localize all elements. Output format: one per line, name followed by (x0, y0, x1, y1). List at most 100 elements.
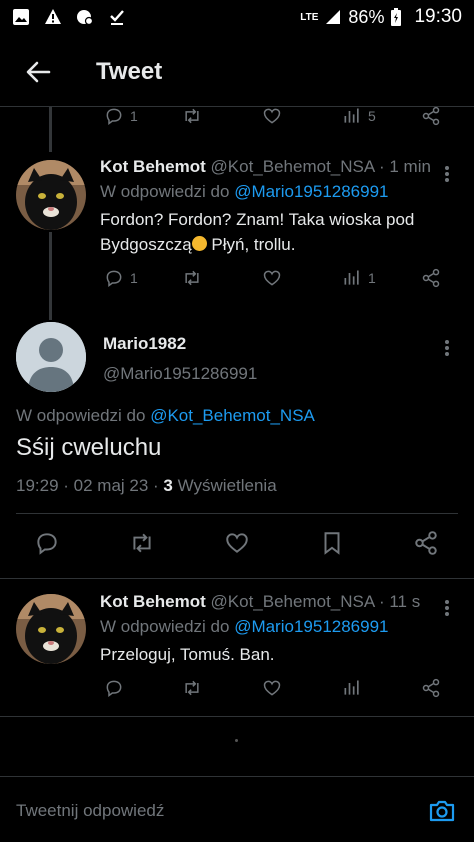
share-button[interactable] (413, 530, 439, 556)
status-bar: LTE 86% 19:30 (0, 0, 474, 34)
share-icon (422, 678, 440, 698)
author-handle[interactable]: @Mario1951286991 (103, 364, 257, 384)
author-name[interactable]: Mario1982 (103, 334, 186, 354)
reply-prefix: W odpowiedzi do (100, 182, 235, 201)
reply-icon (106, 680, 122, 697)
black-cat-avatar-image (16, 160, 86, 230)
heart-icon (263, 680, 281, 696)
avatar-mario1982[interactable] (16, 322, 86, 392)
bar-chart-icon (344, 680, 359, 695)
tweet-text: Sśij cweluchu (16, 434, 162, 461)
reply-prefix: W odpowiedzi do (100, 617, 235, 636)
retweet-button[interactable] (129, 530, 155, 556)
share-button[interactable] (421, 106, 441, 126)
tweet-timestamp: 19:29 · 02 maj 23 · (16, 476, 164, 495)
reply-count: 1 (130, 108, 138, 124)
tweet-actions (0, 678, 474, 708)
arrow-left-icon (26, 61, 51, 83)
tweet-text: Fordon? Fordon? Znam! Taka wioska pod By… (100, 207, 440, 257)
views-button[interactable] (342, 678, 362, 698)
reply-button[interactable] (34, 530, 60, 556)
reply-to-line: W odpowiedzi do @Mario1951286991 (100, 617, 389, 637)
reply-target-link[interactable]: @Mario1951286991 (234, 617, 388, 636)
author-handle[interactable]: @Kot_Behemot_NSA · 11 s (211, 592, 421, 611)
share-button[interactable] (421, 268, 441, 288)
reply-button[interactable]: 1 (104, 268, 138, 288)
meta-divider (16, 513, 458, 514)
camera-icon[interactable] (428, 797, 456, 825)
top-app-bar: Tweet (0, 40, 474, 104)
more-options-icon[interactable] (442, 164, 452, 184)
retweet-icon (185, 108, 199, 124)
views-button[interactable]: 5 (342, 106, 376, 126)
share-icon (422, 268, 440, 288)
reply-compose-bar: Tweetnij odpowiedź (0, 776, 474, 842)
page-title: Tweet (96, 58, 163, 85)
more-options-icon[interactable] (442, 338, 452, 358)
reply-icon (106, 270, 122, 287)
settings-cloud-icon (77, 10, 94, 26)
views-number[interactable]: 3 (163, 476, 172, 495)
tweet-header: Kot Behemot @Kot_Behemot_NSA · 1 min (100, 157, 431, 177)
yawning-emoji-icon (191, 236, 207, 251)
focused-tweet-actions (0, 530, 474, 562)
author-name[interactable]: Kot Behemot (100, 157, 206, 176)
bookmark-button[interactable] (319, 530, 345, 556)
retweet-icon (133, 533, 151, 553)
share-icon (415, 531, 437, 555)
like-button[interactable] (262, 106, 282, 126)
reply-button[interactable]: 1 (104, 106, 138, 126)
tweet-text: Przeloguj, Tomuś. Ban. (100, 645, 275, 664)
reply-target-link[interactable]: @Mario1951286991 (234, 182, 388, 201)
reply-to-line: W odpowiedzi do @Kot_Behemot_NSA (16, 406, 315, 426)
reply-prefix: W odpowiedzi do (16, 406, 151, 425)
default-profile-icon (16, 322, 86, 392)
views-count: 1 (368, 270, 376, 286)
retweet-button[interactable] (182, 106, 202, 126)
share-icon (422, 106, 440, 126)
reply-icon (106, 108, 122, 125)
loading-dot (235, 739, 238, 742)
like-button[interactable] (262, 268, 282, 288)
bookmark-icon (324, 532, 340, 555)
actions-divider (0, 578, 474, 579)
bar-chart-icon (344, 108, 359, 123)
heart-icon (263, 108, 281, 124)
battery-percent: 86% (348, 6, 385, 27)
clock: 19:30 (414, 6, 462, 27)
retweet-icon (185, 270, 199, 286)
gallery-icon (13, 9, 29, 25)
tweet-actions: 1 1 (0, 268, 474, 298)
like-button[interactable] (262, 678, 282, 698)
author-handle[interactable]: @Kot_Behemot_NSA · 1 min (211, 157, 431, 176)
views-button[interactable]: 1 (342, 268, 376, 288)
views-label: Wyświetlenia (172, 476, 277, 495)
bar-chart-icon (344, 270, 359, 285)
tweet-header: Kot Behemot @Kot_Behemot_NSA · 11 s (100, 592, 420, 612)
share-button[interactable] (421, 678, 441, 698)
heart-icon (226, 533, 248, 553)
reply-to-line: W odpowiedzi do @Mario1951286991 (100, 182, 389, 202)
back-button[interactable] (10, 44, 66, 100)
tweet-text-line: Bydgoszczą Płyń, trollu. (100, 232, 440, 257)
reply-count: 1 (130, 270, 138, 286)
more-options-icon[interactable] (442, 598, 452, 618)
avatar-kot-behemot[interactable] (16, 160, 86, 230)
signal-icon (326, 10, 341, 24)
tweet-text-line: Fordon? Fordon? Znam! Taka wioska pod (100, 210, 415, 229)
reply-button[interactable] (104, 678, 124, 698)
like-button[interactable] (224, 530, 250, 556)
retweet-icon (185, 680, 199, 696)
prev-tweet-actions: 1 5 (0, 106, 474, 136)
retweet-button[interactable] (182, 268, 202, 288)
views-count: 5 (368, 108, 376, 124)
retweet-button[interactable] (182, 678, 202, 698)
reply-input[interactable]: Tweetnij odpowiedź (16, 801, 164, 821)
avatar-kot-behemot[interactable] (16, 594, 86, 664)
warning-icon (45, 9, 61, 24)
tweet-text-fragment: Płyń, trollu. (206, 235, 296, 254)
reply-target-link[interactable]: @Kot_Behemot_NSA (150, 406, 315, 425)
author-name[interactable]: Kot Behemot (100, 592, 206, 611)
tweet-meta: 19:29 · 02 maj 23 · 3 Wyświetlenia (16, 476, 277, 496)
heart-icon (263, 270, 281, 286)
